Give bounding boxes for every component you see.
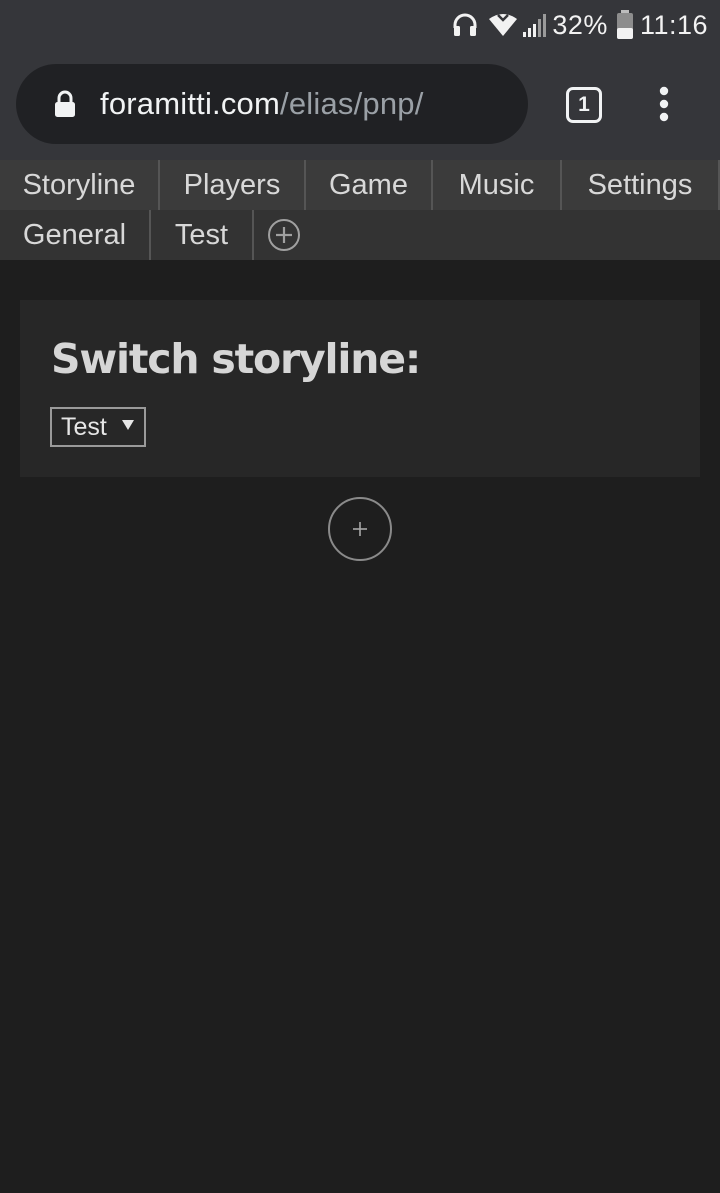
status-bar: 32% 11:16: [0, 0, 720, 50]
wifi-icon: [489, 14, 518, 36]
lock-icon: [55, 90, 75, 117]
browser-chrome: 32% 11:16 foramitti.com/elias/pnp/ 1: [0, 0, 720, 160]
nav-tab-general[interactable]: General: [0, 210, 151, 260]
more-vert-icon[interactable]: [655, 86, 673, 122]
tab-switcher-button[interactable]: 1: [566, 87, 602, 123]
card-title: Switch storyline:: [51, 335, 421, 383]
plus-circle-icon: [268, 219, 300, 251]
nav-tab-storyline[interactable]: Storyline: [0, 160, 160, 210]
url-text[interactable]: foramitti.com/elias/pnp/: [100, 84, 424, 124]
dropdown-arrow-icon: [122, 420, 134, 430]
sub-nav: General Test: [0, 210, 720, 260]
add-storyline-button[interactable]: [328, 497, 392, 561]
battery-percent: 32%: [552, 9, 608, 40]
nav-tab-settings[interactable]: Settings: [562, 160, 720, 210]
clock: 11:16: [639, 9, 708, 40]
nav-tab-test[interactable]: Test: [151, 210, 254, 260]
battery-icon: [616, 10, 633, 39]
add-tab-button[interactable]: [254, 210, 314, 260]
storyline-select-value: Test: [61, 412, 107, 441]
plus-icon: [353, 522, 367, 536]
storyline-select[interactable]: Test: [50, 407, 146, 447]
headphones-icon: [453, 13, 477, 36]
url-domain: foramitti.com: [100, 86, 281, 121]
url-bar[interactable]: foramitti.com/elias/pnp/: [16, 64, 528, 144]
nav-tab-music[interactable]: Music: [433, 160, 562, 210]
nav-tab-players[interactable]: Players: [160, 160, 306, 210]
switch-storyline-card: Switch storyline: Test: [20, 300, 700, 477]
status-icons: 32% 11:16: [452, 6, 708, 44]
nav-tab-game[interactable]: Game: [306, 160, 433, 210]
signal-icon: [523, 14, 547, 37]
main-nav: Storyline Players Game Music Settings: [0, 160, 720, 210]
url-path: /elias/pnp/: [280, 86, 424, 121]
